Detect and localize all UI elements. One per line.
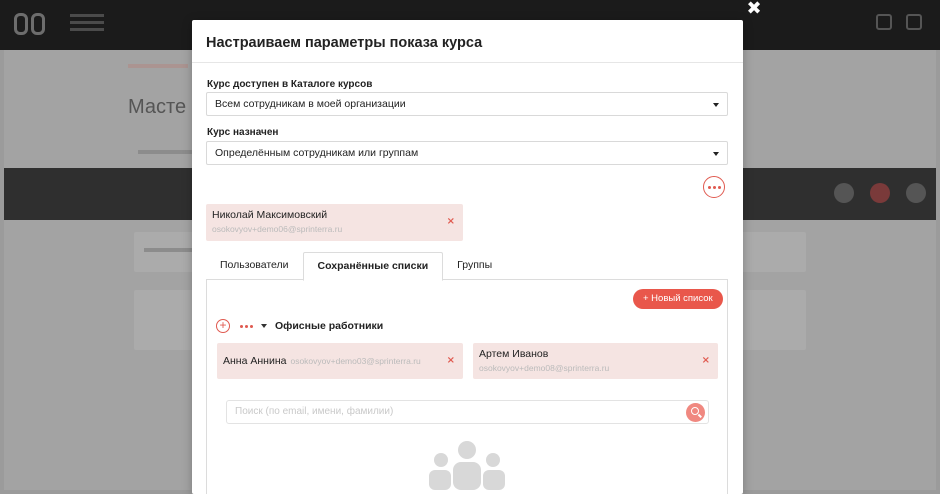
background-toolbar-icons (834, 183, 926, 203)
catalog-label: Курс доступен в Каталоге курсов (207, 79, 373, 90)
top-bar-icons (876, 14, 922, 30)
record-icon (870, 183, 890, 203)
caret-down-icon (713, 103, 719, 107)
new-list-button[interactable]: + Новый список (633, 289, 723, 309)
member-email: osokovyov+demo03@sprinterra.ru (290, 356, 421, 366)
user-name: Николай Максимовский (212, 209, 328, 221)
logo-text (70, 14, 110, 36)
more-dots-icon (707, 185, 711, 189)
assigned-user-chip: Николай Максимовский osokovyov+demo06@sp… (206, 204, 463, 241)
background-page-title: Масте (128, 96, 187, 118)
search-icon[interactable] (686, 403, 705, 422)
tab-saved-lists[interactable]: Сохранённые списки (302, 252, 444, 281)
more-dots-icon[interactable] (240, 324, 253, 328)
remove-icon[interactable]: × (447, 355, 455, 366)
saved-list-header: + Офисные работники (216, 318, 383, 334)
remove-icon[interactable]: × (702, 355, 710, 366)
more-options-button[interactable] (703, 176, 725, 198)
assigned-select[interactable]: Определённым сотрудникам или группам (206, 141, 728, 165)
menu-icon (906, 14, 922, 30)
bell-icon (876, 14, 892, 30)
people-group-icon (429, 441, 505, 490)
assigned-label: Курс назначен (207, 127, 279, 138)
user-email: osokovyov+demo06@sprinterra.ru (212, 224, 343, 234)
warning-icon (834, 183, 854, 203)
member-name: Артем Иванов (479, 348, 549, 360)
member-name: Анна Аннина (223, 355, 287, 367)
breadcrumb (128, 64, 188, 68)
list-member-chip: Артем Иванов osokovyov+demo08@sprinterra… (473, 343, 718, 379)
list-member-chip: Анна Аннина osokovyov+demo03@sprinterra.… (217, 343, 463, 379)
logo (14, 13, 62, 37)
assigned-select-value: Определённым сотрудникам или группам (215, 147, 419, 159)
background-subtitle (138, 150, 194, 154)
search-placeholder: Поиск (по email, имени, фамилии) (235, 406, 394, 417)
plus-circle-icon[interactable]: + (216, 319, 230, 333)
close-icon[interactable]: ✖ (746, 0, 762, 18)
modal-header: Настраиваем параметры показа курса (192, 20, 743, 63)
modal-title: Настраиваем параметры показа курса (206, 35, 483, 51)
caret-down-icon[interactable] (261, 324, 267, 328)
catalog-select-value: Всем сотрудникам в моей организации (215, 98, 406, 110)
tab-users[interactable]: Пользователи (206, 252, 303, 280)
caret-down-icon (713, 152, 719, 156)
catalog-select[interactable]: Всем сотрудникам в моей организации (206, 92, 728, 116)
member-email: osokovyov+demo08@sprinterra.ru (479, 363, 610, 373)
search-input[interactable]: Поиск (по email, имени, фамилии) (226, 400, 709, 424)
tabs: Пользователи Сохранённые списки Группы (206, 252, 728, 281)
tab-groups[interactable]: Группы (443, 252, 506, 280)
saved-list-name: Офисные работники (275, 320, 384, 332)
avatar (906, 183, 926, 203)
remove-icon[interactable]: × (447, 216, 455, 227)
course-settings-modal: Настраиваем параметры показа курса Курс … (192, 20, 743, 494)
